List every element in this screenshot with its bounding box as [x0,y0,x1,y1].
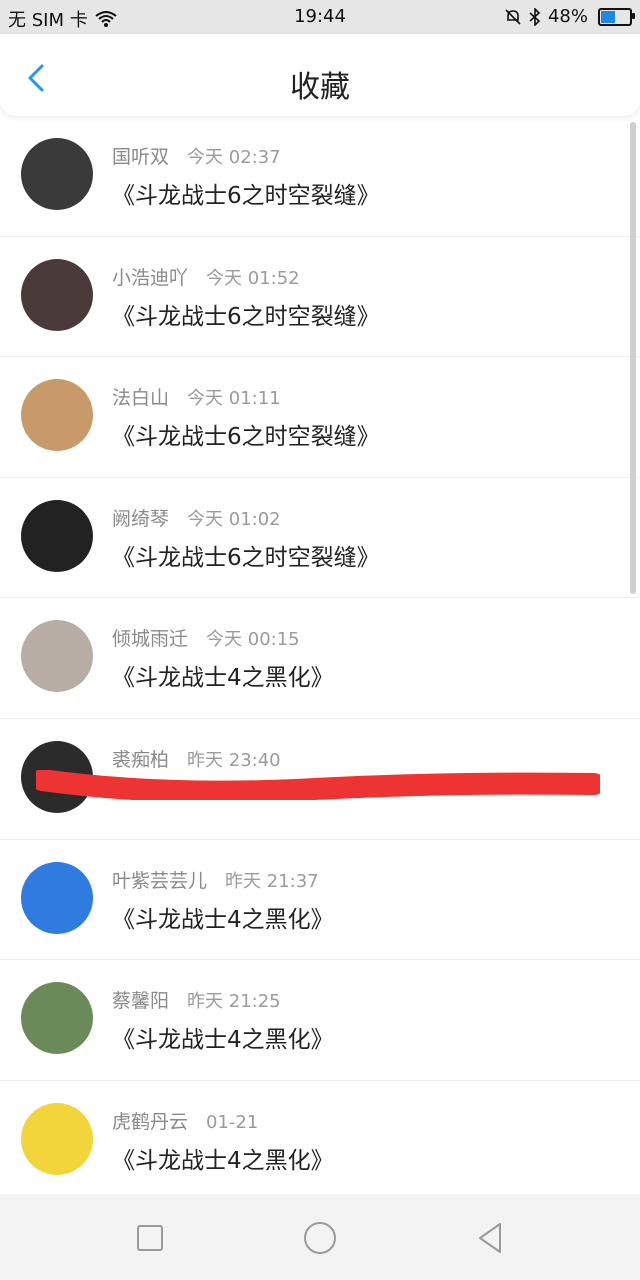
item-meta: 法白山 今天 01:11 [112,383,281,410]
work-title[interactable]: 《斗龙战士4之黑化》 [112,658,334,692]
timestamp: 昨天 21:37 [225,870,319,892]
work-title[interactable]: 《斗龙战士4之黑化》 [112,1020,334,1054]
work-title[interactable]: 《斗龙战士6之时空裂缝》 [112,176,380,210]
item-meta: 阙绮琴 今天 01:02 [112,504,281,531]
timestamp: 今天 00:15 [206,629,300,651]
avatar[interactable] [21,982,93,1055]
work-title[interactable]: 《斗龙战士6之时空裂缝》 [112,297,380,331]
list-item[interactable]: 阙绮琴 今天 01:02 《斗龙战士6之时空裂缝》 [0,478,640,599]
item-meta: 小浩迪吖 今天 01:52 [112,263,300,290]
avatar[interactable] [21,379,93,452]
battery-percent: 48% [547,6,588,27]
avatar[interactable] [21,620,93,693]
item-meta: 倾城雨迁 今天 00:15 [112,624,300,651]
username[interactable]: 小浩迪吖 [112,263,188,290]
app-header: 收藏 [0,34,640,116]
avatar[interactable] [21,138,93,210]
scrollbar[interactable] [630,122,636,594]
avatar[interactable] [21,861,93,934]
recent-apps-icon [137,1225,163,1251]
nav-back-button[interactable] [470,1216,514,1260]
battery-level [601,10,616,23]
username[interactable]: 国听双 [112,142,169,169]
item-meta: 叶紫芸芸儿 昨天 21:37 [112,866,319,893]
timestamp: 01-21 [206,1111,259,1133]
item-meta: 蔡馨阳 昨天 21:25 [112,986,281,1013]
item-meta: 虎鹤丹云 01-21 [112,1107,258,1134]
list-item[interactable]: 蔡馨阳 昨天 21:25 《斗龙战士4之黑化》 [0,960,640,1081]
item-meta: 裘痴柏 昨天 23:40 [112,745,281,772]
mute-bell-icon [505,8,521,25]
username[interactable]: 阙绮琴 [112,504,169,531]
timestamp: 昨天 23:40 [187,749,281,771]
username[interactable]: 虎鹤丹云 [112,1107,188,1134]
username[interactable]: 倾城雨迁 [112,624,188,651]
home-icon [304,1222,336,1254]
status-right: 48% [504,6,635,27]
work-title[interactable]: 《斗龙战士6之时空裂缝》 [112,538,380,572]
timestamp: 今天 01:52 [206,267,300,289]
username[interactable]: 裘痴柏 [112,745,169,772]
system-nav-bar [0,1194,640,1280]
bluetooth-icon [529,7,541,26]
avatar[interactable] [21,499,93,572]
list-item[interactable]: 国听双 今天 02:37 《斗龙战士6之时空裂缝》 [0,116,640,237]
status-bar: 无 SIM 卡 19:44 48% [0,0,640,34]
list-item[interactable]: 法白山 今天 01:11 《斗龙战士6之时空裂缝》 [0,357,640,478]
redaction-mark [36,770,600,800]
timestamp: 今天 01:11 [187,388,281,410]
list-item[interactable]: 小浩迪吖 今天 01:52 《斗龙战士6之时空裂缝》 [0,237,640,358]
work-title[interactable]: 《斗龙战士4之黑化》 [112,1141,334,1175]
timestamp: 昨天 21:25 [187,991,281,1013]
list-item[interactable]: 倾城雨迁 今天 00:15 《斗龙战士4之黑化》 [0,598,640,719]
back-icon [479,1223,501,1253]
username[interactable]: 法白山 [112,383,169,410]
favorites-screen: 无 SIM 卡 19:44 48% 收藏 国听双 今天 02:37 《斗龙战士6… [0,0,640,1280]
work-title[interactable]: 《斗龙战士6之时空裂缝》 [112,417,380,451]
avatar[interactable] [21,258,93,331]
avatar[interactable] [21,1102,93,1175]
recent-apps-button[interactable] [128,1216,172,1260]
timestamp: 今天 02:37 [187,147,281,168]
timestamp: 今天 01:02 [187,508,281,530]
favorites-list[interactable]: 国听双 今天 02:37 《斗龙战士6之时空裂缝》 小浩迪吖 今天 01:52 《斗龙战士… [0,116,640,1194]
page-title: 收藏 [290,70,350,105]
work-title[interactable]: 《斗龙战士4之黑化》 [112,900,334,934]
list-item[interactable]: 虎鹤丹云 01-21 《斗龙战士4之黑化》 [0,1081,640,1194]
username[interactable]: 蔡馨阳 [112,986,169,1013]
battery-icon [598,7,635,26]
list-item[interactable]: 叶紫芸芸儿 昨天 21:37 《斗龙战士4之黑化》 [0,840,640,961]
username[interactable]: 叶紫芸芸儿 [112,866,207,893]
home-button[interactable] [298,1216,342,1260]
item-meta: 国听双 今天 02:37 [112,142,281,169]
